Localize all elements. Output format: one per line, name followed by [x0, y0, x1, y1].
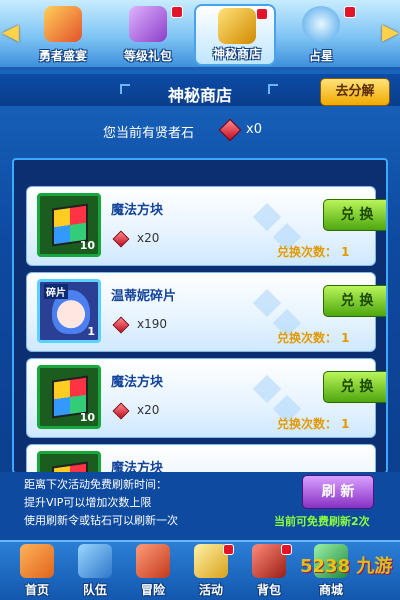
shop-item-card: 10 魔法方块 x20 兑 换 兑换次数： 1 [26, 358, 386, 438]
item-name: 温蒂妮碎片 [111, 289, 177, 304]
info-line: 距离下次活动免费刷新时间： [24, 478, 167, 491]
game-screen: ◀ 勇者盛宴 等级礼包 神秘商店 占星 ▶ 神秘商店 去分解 您当前有贤者石 x… [0, 0, 400, 600]
red-gem-icon [112, 316, 130, 334]
nav-label: 首页 [24, 583, 49, 597]
red-gem-icon [112, 230, 130, 248]
tab-label: 神秘商店 [212, 47, 261, 61]
item-image[interactable]: 碎片 1 [37, 279, 101, 343]
item-name: 魔法方块 [111, 375, 164, 390]
shop-item-card: 碎片 1 温蒂妮碎片 x190 兑 换 兑换次数： 1 [26, 272, 386, 352]
exchange-count: 兑换次数： 1 [277, 245, 350, 259]
top-tab-bar: ◀ 勇者盛宴 等级礼包 神秘商店 占星 ▶ [0, 0, 400, 70]
arrow-left-icon[interactable]: ◀ [2, 18, 19, 48]
nav-backpack[interactable]: 背包 [238, 544, 300, 600]
nav-adventure[interactable]: 冒险 [122, 544, 184, 600]
item-image[interactable] [37, 451, 101, 472]
item-image[interactable]: 10 [37, 365, 101, 429]
nav-label: 冒险 [140, 583, 165, 597]
item-name: 魔法方块 [111, 203, 164, 218]
decompose-button[interactable]: 去分解 [320, 78, 390, 106]
exchange-count: 兑换次数： 1 [277, 331, 350, 345]
notification-badge [223, 544, 234, 555]
nav-label: 活动 [198, 583, 223, 597]
shop-item-card: 10 魔法方块 x20 兑 换 兑换次数： 1 [26, 186, 386, 266]
team-icon [78, 544, 112, 578]
item-quantity: 10 [79, 411, 95, 424]
tab-label: 勇者盛宴 [38, 49, 87, 63]
decorative-square [252, 202, 282, 232]
exchange-button[interactable]: 兑 换 [323, 199, 386, 231]
nav-home[interactable]: 首页 [6, 544, 68, 600]
notification-badge [344, 6, 356, 18]
item-price: x20 [137, 231, 160, 245]
tab-mystery-shop[interactable]: 神秘商店 [194, 4, 276, 66]
decorative-square [252, 374, 282, 404]
notification-badge [171, 6, 183, 18]
fragment-tag: 碎片 [44, 284, 68, 299]
gift-icon [129, 6, 167, 42]
exchange-count: 兑换次数： 1 [277, 417, 350, 431]
stone-label: 您当前有贤者石 [103, 126, 195, 141]
info-line: 提升VIP可以增加次数上限 [24, 496, 152, 509]
item-quantity: 1 [87, 325, 95, 338]
sage-stone-balance: 您当前有贤者石 x0 [0, 118, 400, 142]
info-line: 使用刷新令或钻石可以刷新一次 [24, 514, 178, 527]
nav-label: 背包 [256, 583, 281, 597]
arrow-right-icon[interactable]: ▶ [382, 18, 399, 48]
tab-label: 等级礼包 [123, 49, 172, 63]
item-quantity: 10 [79, 239, 95, 252]
item-image[interactable]: 10 [37, 193, 101, 257]
nav-label: 商城 [318, 583, 343, 597]
nav-label: 队伍 [82, 583, 107, 597]
notification-badge [281, 544, 292, 555]
tab-label: 占星 [308, 49, 333, 63]
red-gem-icon [218, 118, 242, 142]
crystal-ball-icon [302, 6, 340, 42]
decorative-square [252, 288, 282, 318]
tab-feast[interactable]: 勇者盛宴 [22, 4, 104, 66]
free-refresh-count: 当前可免费刷新2次 [274, 515, 370, 528]
stone-count: x0 [246, 122, 262, 137]
exchange-button[interactable]: 兑 换 [323, 371, 386, 403]
watermark-logo: 5238 九游 [300, 556, 393, 577]
item-price: x20 [137, 403, 160, 417]
nav-events[interactable]: 活动 [180, 544, 242, 600]
refresh-button[interactable]: 刷 新 [302, 475, 374, 509]
notification-badge [256, 8, 268, 20]
mystery-box-icon [218, 8, 256, 44]
tab-level-gift[interactable]: 等级礼包 [107, 4, 189, 66]
feast-icon [44, 6, 82, 42]
shop-item-card: 魔法方块 [26, 444, 376, 472]
home-icon [20, 544, 54, 578]
item-price: x190 [137, 317, 168, 331]
shop-item-list[interactable]: 10 魔法方块 x20 兑 换 兑换次数： 1 碎片 1 温蒂妮碎片 x190 … [12, 158, 388, 474]
tab-astrology[interactable]: 占星 [280, 4, 362, 66]
red-gem-icon [112, 402, 130, 420]
nav-team[interactable]: 队伍 [64, 544, 126, 600]
exchange-button[interactable]: 兑 换 [323, 285, 386, 317]
adventure-icon [136, 544, 170, 578]
